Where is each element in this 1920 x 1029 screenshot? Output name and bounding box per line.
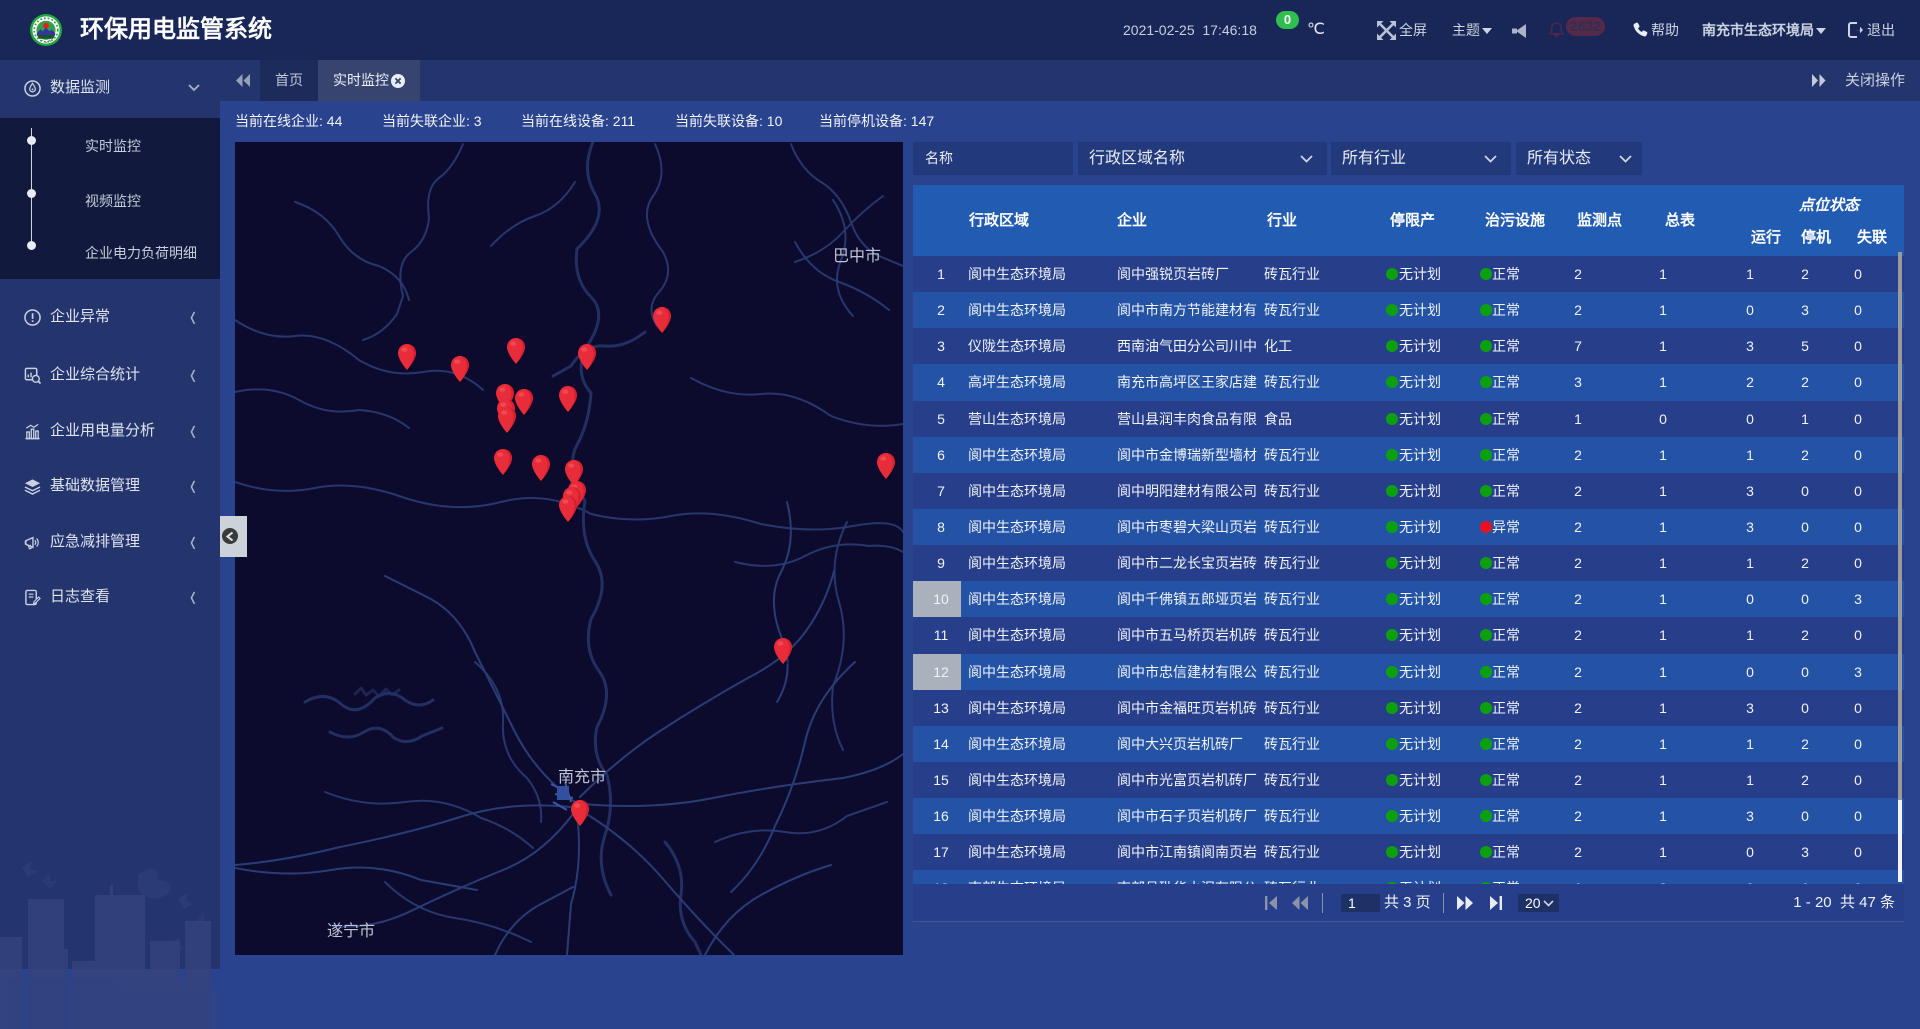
svg-text:遂宁市: 遂宁市 bbox=[327, 922, 375, 940]
svg-text:南充市: 南充市 bbox=[558, 768, 606, 786]
svg-text:巴中市: 巴中市 bbox=[833, 247, 881, 265]
